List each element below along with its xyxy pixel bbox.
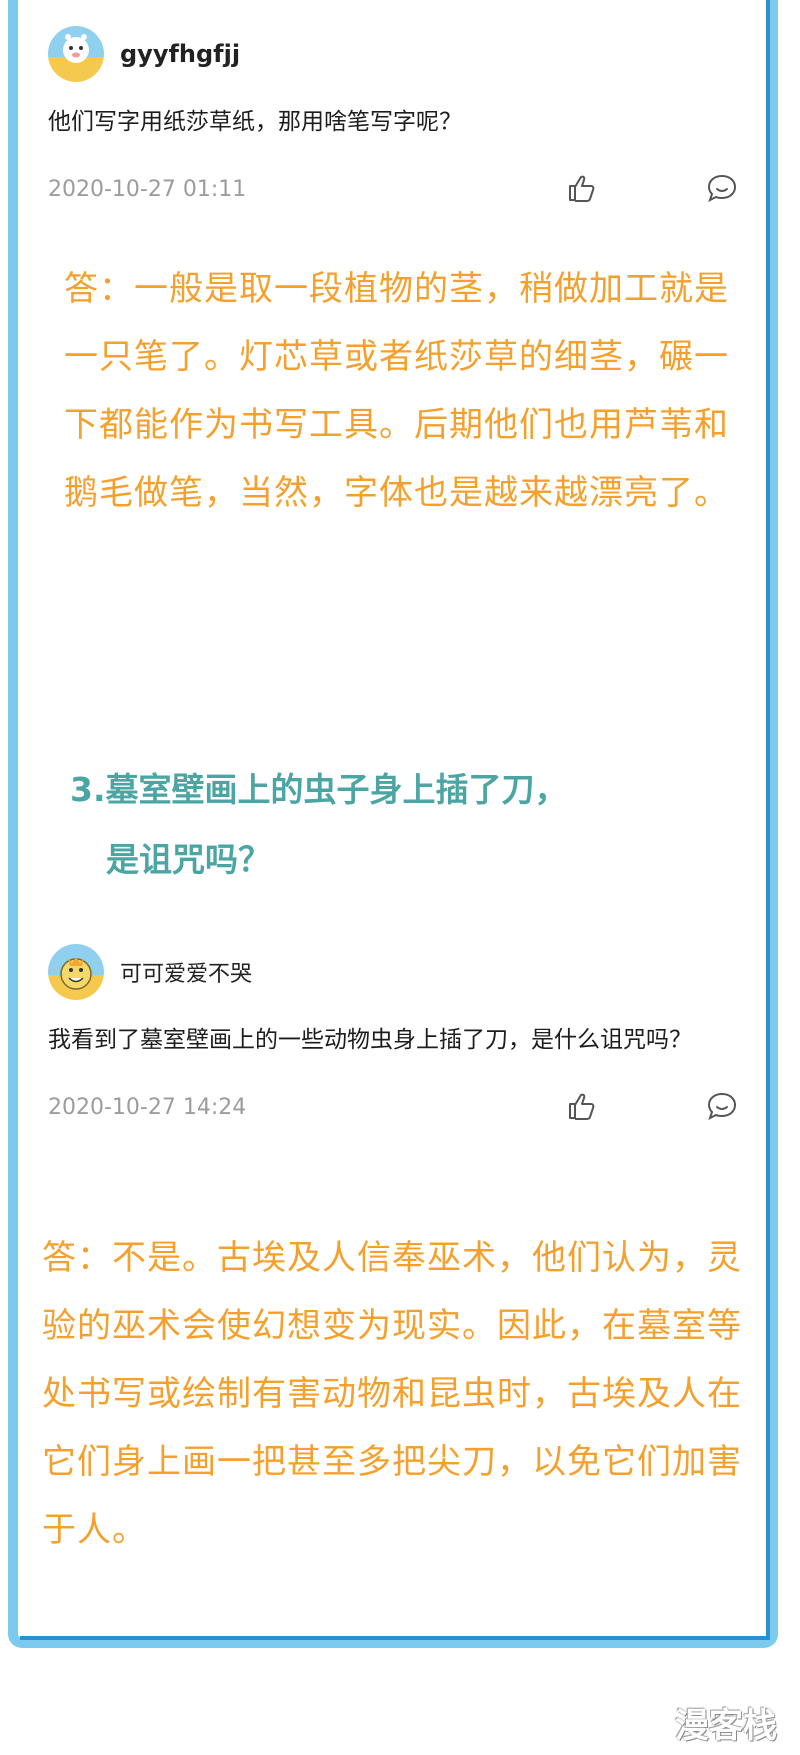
timestamp: 2020-10-27 14:24 — [48, 1095, 247, 1120]
comment-meta: 2020-10-27 01:11 — [48, 163, 748, 215]
username[interactable]: 可可爱爱不哭 — [120, 956, 252, 988]
thumbs-up-icon[interactable] — [564, 1089, 598, 1123]
answer-text-2: 答：不是。古埃及人信奉巫术，他们认为，灵验的巫术会使幻想变为现实。因此，在墓室等… — [42, 1238, 742, 1550]
section-heading-line-1: 3.墓室壁画上的虫子身上插了刀， — [70, 770, 568, 809]
frame-accent-bottom — [20, 1636, 770, 1640]
answer-text-1: 答：一般是取一段植物的茎，稍做加工就是一只笔了。灯芯草或者纸莎草的细茎，碾一下都… — [64, 269, 729, 513]
cartoon-avatar-icon — [63, 34, 89, 63]
comment-bubble-icon[interactable] — [705, 171, 739, 205]
comment-header: 可可爱爱不哭 — [48, 942, 748, 1002]
comment-card-1: gyyfhgfjj 他们写字用纸莎草纸，那用啥笔写字呢？ 2020-10-27 … — [48, 24, 748, 215]
comment-meta: 2020-10-27 14:24 — [48, 1081, 748, 1133]
section-heading-line-2: 是诅咒吗？ — [106, 840, 271, 879]
cartoon-avatar-icon — [60, 957, 92, 990]
comment-header: gyyfhgfjj — [48, 24, 748, 84]
comment-card-2: 可可爱爱不哭 我看到了墓室壁画上的一些动物虫身上插了刀，是什么诅咒吗？ 2020… — [48, 942, 748, 1133]
comment-text: 他们写字用纸莎草纸，那用啥笔写字呢？ — [48, 109, 462, 135]
thumbs-up-icon[interactable] — [564, 171, 598, 205]
username[interactable]: gyyfhgfjj — [120, 40, 240, 68]
comment-bubble-icon[interactable] — [705, 1089, 739, 1123]
avatar[interactable] — [48, 26, 104, 82]
comment-text: 我看到了墓室壁画上的一些动物虫身上插了刀，是什么诅咒吗？ — [48, 1027, 692, 1053]
avatar[interactable] — [48, 944, 104, 1000]
site-watermark-logo: 漫客栈 — [675, 1705, 777, 1746]
frame-accent-right — [766, 0, 770, 1640]
timestamp: 2020-10-27 01:11 — [48, 177, 247, 202]
